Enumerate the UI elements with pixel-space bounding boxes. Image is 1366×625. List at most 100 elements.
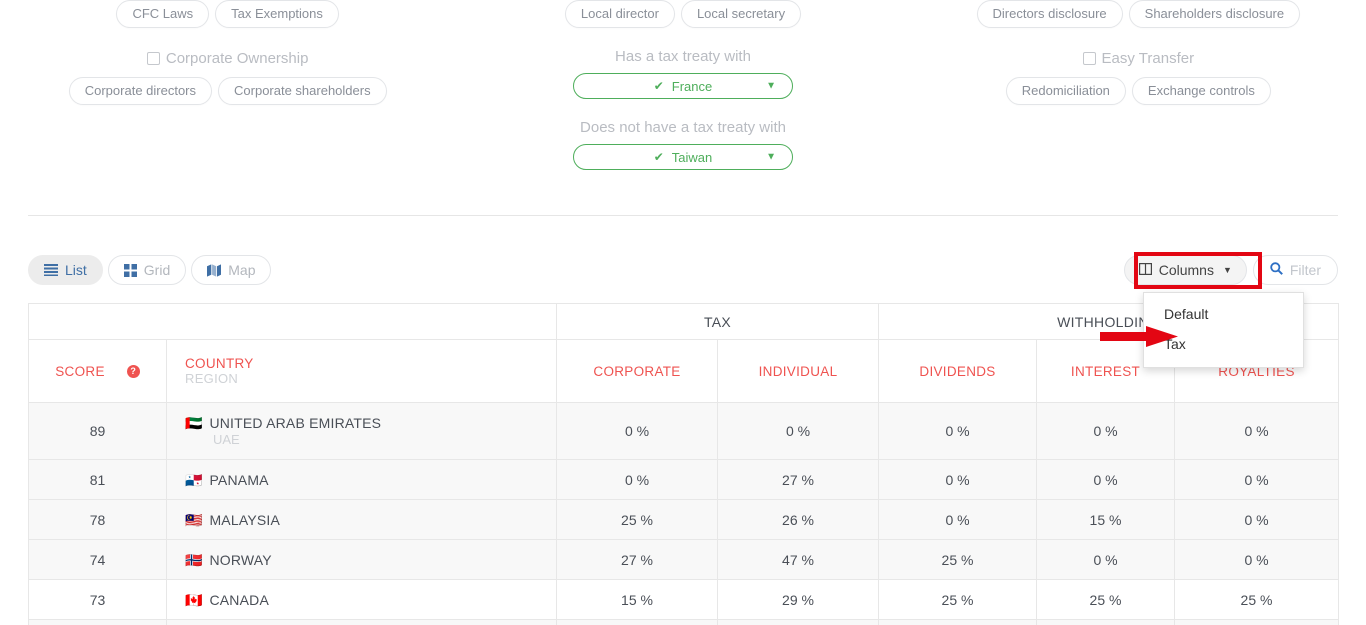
cell-corporate xyxy=(556,619,718,625)
cell-interest xyxy=(1036,619,1175,625)
cell-interest: 0 % xyxy=(1036,459,1175,500)
columns-dropdown-menu[interactable]: Default Tax xyxy=(1143,292,1304,369)
checkbox-corporate-ownership[interactable] xyxy=(146,52,160,65)
cell-dividends: 0 % xyxy=(878,499,1037,540)
table-row[interactable]: 73 🇨🇦 CANADA 15 % 29 % 25 % 25 % 25 % xyxy=(28,579,1340,620)
columns-icon xyxy=(1138,262,1152,278)
column-header-country-label: COUNTRY xyxy=(185,356,254,371)
filter-column-3: Directors disclosure Shareholders disclo… xyxy=(911,0,1366,170)
table-row[interactable]: 78 🇲🇾 MALAYSIA 25 % 26 % 0 % 15 % 0 % xyxy=(28,499,1340,540)
chip-redomiciliation[interactable]: Redomiciliation xyxy=(1005,77,1126,105)
table-row[interactable]: 89 🇦🇪 UNITED ARAB EMIRATES UAE 0 % 0 % 0… xyxy=(28,402,1340,460)
table-row[interactable]: 74 🇳🇴 NORWAY 27 % 47 % 25 % 0 % 0 % xyxy=(28,539,1340,580)
group-label-corporate-ownership[interactable]: Corporate Ownership xyxy=(146,50,308,67)
filter-panel: CFC Laws Tax Exemptions Corporate Owners… xyxy=(0,0,1366,170)
cell-dividends: 0 % xyxy=(878,402,1037,460)
chip-row-top-1: CFC Laws Tax Exemptions xyxy=(116,0,339,28)
chip-row-top-2: Local director Local secretary xyxy=(564,0,802,28)
cell-corporate: 27 % xyxy=(556,539,718,580)
columns-dropdown-item-default[interactable]: Default xyxy=(1144,299,1303,329)
cell-royalties: 0 % xyxy=(1173,402,1340,460)
cell-corporate: 0 % xyxy=(556,402,718,460)
group-label-text: Easy Transfer xyxy=(1101,50,1195,67)
cell-individual xyxy=(717,619,879,625)
chip-row-bottom-3: Redomiciliation Exchange controls xyxy=(1005,77,1271,105)
column-header-individual[interactable]: INDIVIDUAL xyxy=(717,339,879,403)
cell-royalties: 0 % xyxy=(1173,539,1340,580)
group-header-tax: TAX xyxy=(556,303,879,340)
help-icon[interactable]: ? xyxy=(126,364,140,378)
flag-icon: 🇦🇪 xyxy=(185,415,203,431)
checkbox-easy-transfer[interactable] xyxy=(1082,52,1096,65)
group-label-easy-transfer[interactable]: Easy Transfer xyxy=(1082,50,1195,67)
view-toggle-grid[interactable]: Grid xyxy=(107,255,187,285)
chip-local-secretary[interactable]: Local secretary xyxy=(680,0,802,28)
select-has-tax-treaty-value: France xyxy=(671,78,713,94)
flag-icon: 🇳🇴 xyxy=(185,551,203,568)
chip-shareholders-disclosure[interactable]: Shareholders disclosure xyxy=(1128,0,1301,28)
column-header-corporate[interactable]: CORPORATE xyxy=(556,339,718,403)
label-has-tax-treaty: Has a tax treaty with xyxy=(615,48,751,65)
columns-dropdown-item-tax[interactable]: Tax xyxy=(1144,329,1303,359)
table-row-partial[interactable] xyxy=(28,619,1340,625)
cell-corporate: 15 % xyxy=(556,579,718,620)
chip-tax-exemptions[interactable]: Tax Exemptions xyxy=(215,0,339,28)
chip-corporate-directors[interactable]: Corporate directors xyxy=(68,77,213,105)
grid-icon xyxy=(123,263,137,277)
column-header-dividends[interactable]: DIVIDENDS xyxy=(878,339,1037,403)
results-table-wrapper: TAX WITHHOLDING SCORE ? COUNTRY REGION C xyxy=(28,303,1340,625)
cell-score: 89 xyxy=(28,402,167,460)
cell-country: 🇳🇴 NORWAY xyxy=(166,539,557,580)
cell-country xyxy=(166,619,557,625)
select-has-tax-treaty[interactable]: ✔ France ▼ xyxy=(572,73,793,99)
columns-button[interactable]: Columns ▼ xyxy=(1123,255,1247,285)
country-name: CANADA xyxy=(209,591,269,608)
cell-dividends: 25 % xyxy=(878,539,1037,580)
flag-icon: 🇲🇾 xyxy=(185,511,203,528)
cell-royalties: 0 % xyxy=(1173,459,1340,500)
cell-individual: 47 % xyxy=(717,539,879,580)
view-toggle-list-label: List xyxy=(65,262,87,278)
section-divider xyxy=(28,215,1338,216)
cell-individual: 29 % xyxy=(717,579,879,620)
cell-dividends: 0 % xyxy=(878,459,1037,500)
cell-royalties: 0 % xyxy=(1173,499,1340,540)
column-header-score-label: SCORE xyxy=(55,363,105,379)
column-header-country[interactable]: COUNTRY REGION xyxy=(166,339,557,403)
view-toggle-list[interactable]: List xyxy=(28,255,103,285)
cell-corporate: 25 % xyxy=(556,499,718,540)
view-toggle-map[interactable]: Map xyxy=(191,255,272,285)
view-toggle-group: List Grid Map xyxy=(28,255,272,285)
cell-country: 🇲🇾 MALAYSIA xyxy=(166,499,557,540)
list-icon xyxy=(44,264,58,276)
check-icon: ✔ xyxy=(653,150,664,164)
chip-local-director[interactable]: Local director xyxy=(564,0,675,28)
filter-button[interactable]: Filter xyxy=(1252,255,1338,285)
cell-interest: 15 % xyxy=(1036,499,1175,540)
cell-interest: 0 % xyxy=(1036,539,1175,580)
chip-exchange-controls[interactable]: Exchange controls xyxy=(1131,77,1271,105)
chip-directors-disclosure[interactable]: Directors disclosure xyxy=(976,0,1123,28)
cell-score xyxy=(28,619,167,625)
column-header-score[interactable]: SCORE ? xyxy=(28,339,167,403)
map-icon xyxy=(207,263,222,277)
cell-country: 🇨🇦 CANADA xyxy=(166,579,557,620)
chip-cfc-laws[interactable]: CFC Laws xyxy=(116,0,210,28)
cell-interest: 0 % xyxy=(1036,402,1175,460)
select-no-tax-treaty[interactable]: ✔ Taiwan ▼ xyxy=(572,144,793,170)
country-region: UAE xyxy=(213,432,240,447)
filter-button-label: Filter xyxy=(1289,262,1321,278)
chip-corporate-shareholders[interactable]: Corporate shareholders xyxy=(218,77,387,105)
toolbar-right-group: Columns ▼ Filter xyxy=(1123,255,1338,285)
country-name: PANAMA xyxy=(209,471,269,488)
column-header-region-label: REGION xyxy=(185,371,239,386)
table-row[interactable]: 81 🇵🇦 PANAMA 0 % 27 % 0 % 0 % 0 % xyxy=(28,459,1340,500)
page-root: CFC Laws Tax Exemptions Corporate Owners… xyxy=(0,0,1366,625)
results-toolbar: List Grid Map Columns ▼ Filter xyxy=(28,255,1338,287)
country-name: MALAYSIA xyxy=(209,511,281,528)
select-no-tax-treaty-value: Taiwan xyxy=(671,149,713,165)
cell-royalties xyxy=(1173,619,1340,625)
filter-column-1: CFC Laws Tax Exemptions Corporate Owners… xyxy=(0,0,455,170)
chip-row-bottom-1: Corporate directors Corporate shareholde… xyxy=(68,77,387,105)
columns-button-label: Columns xyxy=(1158,262,1214,278)
